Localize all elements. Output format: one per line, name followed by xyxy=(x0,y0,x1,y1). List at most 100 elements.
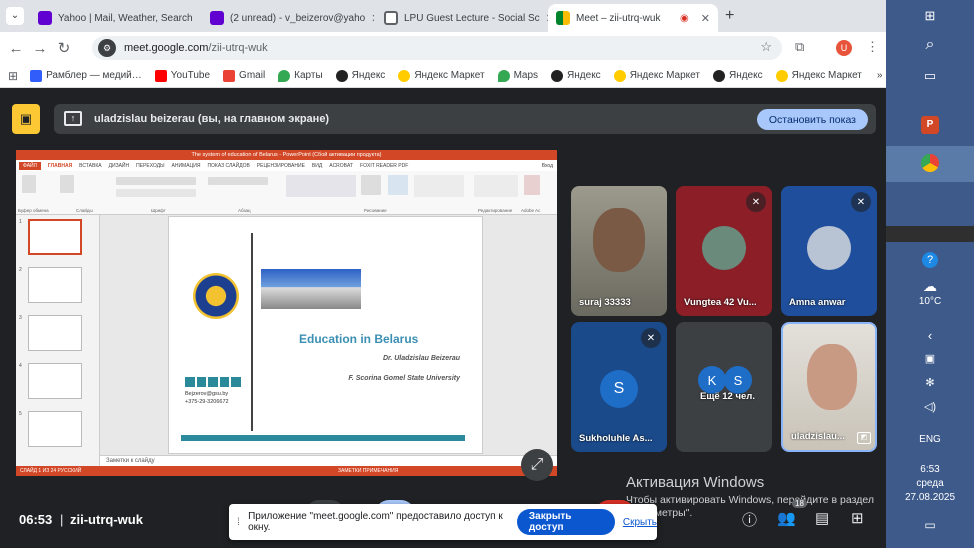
participant-tile-self[interactable]: uladzislau... ◩ xyxy=(781,322,877,452)
shapes-gallery[interactable] xyxy=(286,175,356,197)
slide-thumbnail[interactable] xyxy=(28,411,82,447)
apps-grid-icon[interactable]: ⊞ xyxy=(8,69,18,83)
ppt-menu-file[interactable]: ФАЙЛ xyxy=(19,161,41,170)
bluetooth-icon[interactable]: ✻ xyxy=(886,376,974,389)
bookmark-gmail[interactable]: Gmail xyxy=(223,69,266,82)
stop-presenting-button[interactable]: Остановить показ xyxy=(756,109,868,130)
taskbar-separator xyxy=(886,226,974,242)
temperature: 10°C xyxy=(918,296,942,307)
chevron-left-icon[interactable]: ‹ xyxy=(886,328,974,343)
tab-meet[interactable]: Meet – zii-utrq-wuk ◉ ✕ xyxy=(548,4,718,32)
new-slide-icon[interactable] xyxy=(60,175,74,193)
clock-time[interactable]: 6:53 xyxy=(886,464,974,475)
editing-buttons[interactable] xyxy=(474,175,518,197)
more-participants-tile[interactable]: K S Ещё 12 чел. xyxy=(676,322,772,452)
language-indicator[interactable]: ENG xyxy=(886,434,974,445)
tab-yahoo[interactable]: Yahoo | Mail, Weather, Search ✕ xyxy=(30,4,200,32)
participant-video xyxy=(593,208,645,272)
ppt-menu-acrobat[interactable]: ACROBAT xyxy=(329,163,353,169)
ppt-login[interactable]: Вход xyxy=(542,163,553,169)
close-icon[interactable]: ✕ xyxy=(701,12,710,25)
participant-tile[interactable]: ✕ S Sukholuhle As... xyxy=(571,322,667,452)
back-icon[interactable]: ← xyxy=(4,40,28,57)
participant-tile[interactable]: ✕ Amna anwar xyxy=(781,186,877,316)
bookmark-karty[interactable]: Карты xyxy=(278,69,323,82)
arrange-icon[interactable] xyxy=(361,175,381,195)
slide-thumbnail[interactable] xyxy=(28,315,82,351)
site-info-icon[interactable]: ⚙ xyxy=(98,39,116,57)
ppt-menu-view[interactable]: ВИД xyxy=(312,163,322,169)
activities-icon[interactable]: ⊞ xyxy=(851,509,864,527)
notifications-icon[interactable]: ▭ xyxy=(886,518,974,532)
participant-tile[interactable]: ✕ Vungtea 42 Vu... xyxy=(676,186,772,316)
presenting-icon: ▣ xyxy=(12,104,40,134)
quick-styles-icon[interactable] xyxy=(388,175,408,195)
drag-handle-icon[interactable]: ⁞ xyxy=(233,517,244,528)
close-icon[interactable]: ✕ xyxy=(199,12,200,25)
powerpoint-taskbar-icon[interactable]: P xyxy=(886,116,974,134)
hide-notification-link[interactable]: Скрыть xyxy=(623,517,657,528)
current-slide[interactable]: Education in Belarus Dr. Uladzislau Beiz… xyxy=(168,216,483,454)
slide-notes[interactable]: Заметки к слайду xyxy=(100,455,557,466)
ppt-menu-animation[interactable]: АНИМАЦИЯ xyxy=(172,163,201,169)
task-view-icon[interactable]: ▭ xyxy=(886,68,974,84)
bookmark-star-icon[interactable]: ☆ xyxy=(760,39,772,55)
bookmark-yandex[interactable]: Яндекс xyxy=(551,69,601,82)
slide-thumbnail[interactable] xyxy=(28,219,82,255)
ppt-menu-foxit[interactable]: FOXIT READER PDF xyxy=(360,163,408,169)
ppt-menu-transitions[interactable]: ПЕРЕХОДЫ xyxy=(136,163,164,169)
ppt-menu-home[interactable]: ГЛАВНАЯ xyxy=(48,163,72,169)
ppt-ribbon: Буфер обмена Слайды Шрифт Абзац Рисовани… xyxy=(16,171,557,215)
close-icon[interactable]: ✕ xyxy=(371,12,374,25)
bookmarks-overflow[interactable]: » xyxy=(877,70,883,81)
ppt-menu-design[interactable]: ДИЗАЙН xyxy=(109,163,130,169)
info-icon[interactable]: ⓘ xyxy=(742,509,757,530)
menu-kebab-icon[interactable]: ⋮ xyxy=(866,39,879,55)
search-icon[interactable]: ⌕ xyxy=(886,36,974,54)
expand-icon[interactable]: ⤢ xyxy=(521,449,553,481)
slide-thumbnail[interactable] xyxy=(28,363,82,399)
help-icon[interactable]: ? xyxy=(886,250,974,268)
meet-tray-icon[interactable]: ▣ xyxy=(886,352,974,365)
shape-format-buttons[interactable] xyxy=(414,175,464,197)
bookmark-yandex[interactable]: Яндекс xyxy=(335,69,385,82)
address-bar[interactable]: ⚙ meet.google.com/zii-utrq-wuk ☆ xyxy=(92,36,782,60)
bookmark-yandex[interactable]: Яндекс xyxy=(712,69,763,82)
bookmark-maps[interactable]: Maps xyxy=(497,69,539,82)
participant-tile[interactable]: suraj 33333 xyxy=(571,186,667,316)
create-pdf-icon[interactable] xyxy=(524,175,540,195)
extensions-icon[interactable]: ⧉ xyxy=(795,39,804,55)
chrome-taskbar-icon[interactable] xyxy=(886,146,974,182)
reload-icon[interactable]: ↻ xyxy=(52,39,76,57)
windows-start-icon[interactable]: ⊞ xyxy=(886,8,974,24)
chat-icon[interactable]: ▤ xyxy=(815,509,829,527)
font-format-buttons[interactable] xyxy=(116,189,196,197)
ppt-menu-slideshow[interactable]: ПОКАЗ СЛАЙДОВ xyxy=(207,163,249,169)
paste-icon[interactable] xyxy=(22,175,36,193)
forward-icon[interactable]: → xyxy=(28,40,52,57)
stop-sharing-button[interactable]: Закрыть доступ xyxy=(516,509,615,535)
weather-icon[interactable]: ☁ xyxy=(886,278,974,295)
bookmark-market[interactable]: Яндекс Маркет xyxy=(775,69,862,82)
bookmark-youtube[interactable]: YouTube xyxy=(154,69,210,82)
new-tab-button[interactable]: + xyxy=(725,7,734,25)
paragraph-buttons[interactable] xyxy=(208,177,268,185)
bookmark-label: Maps xyxy=(513,70,539,81)
pin-icon[interactable]: ◩ xyxy=(857,432,871,444)
profile-avatar[interactable]: U xyxy=(836,40,852,56)
tab-search-icon[interactable]: ⌄ xyxy=(6,7,24,25)
bookmark-label: Gmail xyxy=(239,70,266,81)
powerpoint-icon: P xyxy=(921,116,939,134)
bookmark-market[interactable]: Яндекс Маркет xyxy=(398,69,485,82)
banner-text: uladzislau beizerau (вы, на главном экра… xyxy=(94,113,330,125)
tab-lpu-lecture[interactable]: LPU Guest Lecture - Social Sc ✕ xyxy=(376,4,548,32)
people-icon[interactable]: 👥 xyxy=(777,509,796,527)
bookmark-rambler[interactable]: Рамблер — медий… xyxy=(30,69,142,82)
slide-thumbnail[interactable] xyxy=(28,267,82,303)
bookmark-market[interactable]: Яндекс Маркет xyxy=(613,69,700,82)
volume-icon[interactable]: ◁) xyxy=(886,400,974,413)
font-selector[interactable] xyxy=(116,177,196,185)
ppt-menu-insert[interactable]: ВСТАВКА xyxy=(79,163,101,169)
ppt-menu-review[interactable]: РЕЦЕНЗИРОВАНИЕ xyxy=(257,163,305,169)
tab-yahoo-mail[interactable]: (2 unread) - v_beizerov@yaho ✕ xyxy=(202,4,374,32)
